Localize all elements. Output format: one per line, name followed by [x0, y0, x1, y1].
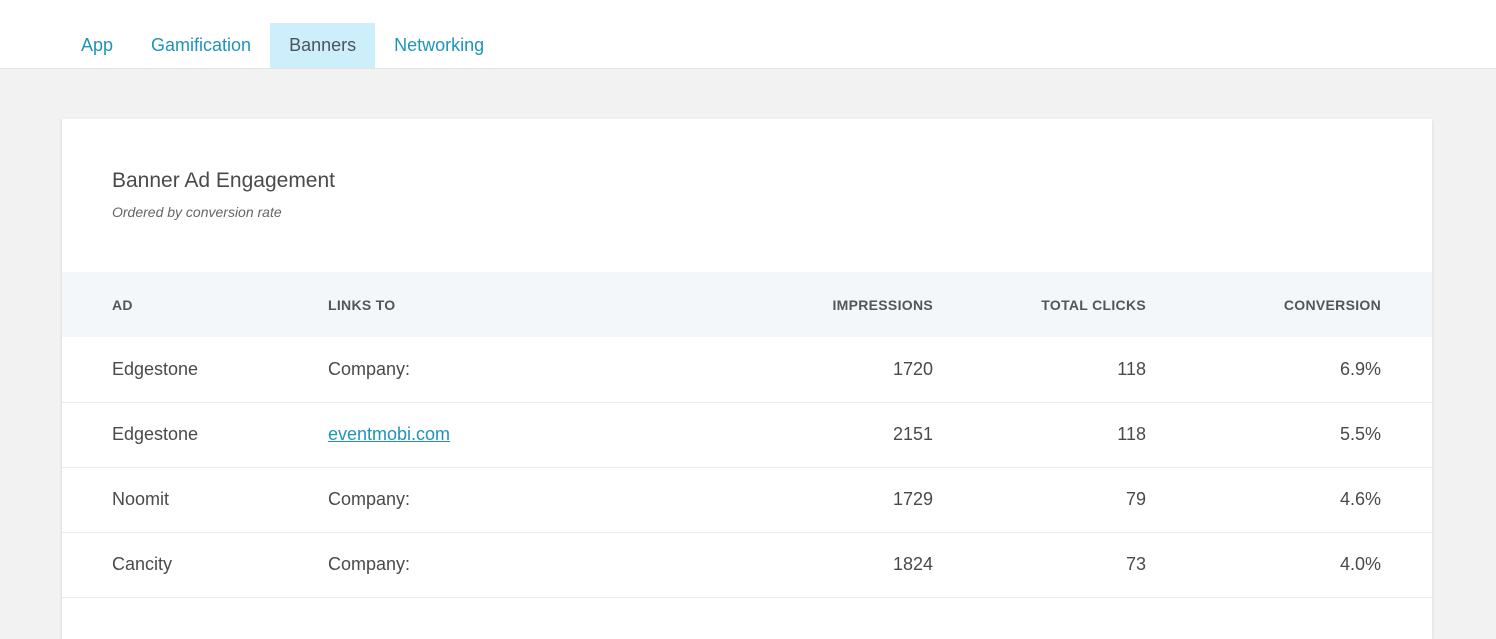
tab-networking[interactable]: Networking: [375, 23, 503, 68]
cell-links-to: Company:: [328, 489, 411, 509]
cell-conversion: 4.6%: [1339, 489, 1381, 509]
column-header-total-clicks[interactable]: TOTAL CLICKS: [933, 272, 1146, 337]
cell-ad: Noomit: [112, 489, 170, 509]
cell-conversion: 6.9%: [1339, 358, 1381, 379]
cell-impressions: 1720: [892, 358, 933, 379]
cell-conversion: 4.0%: [1339, 554, 1381, 574]
table-row: Edgestone eventmobi.com 2151 118 5.5%: [62, 402, 1432, 467]
engagement-table: AD LINKS TO IMPRESSIONS TOTAL CLICKS CON…: [62, 272, 1432, 598]
tab-gamification[interactable]: Gamification: [132, 23, 270, 68]
cell-ad: Cancity: [112, 554, 173, 574]
card-title: Banner Ad Engagement: [112, 169, 336, 192]
cell-links-to: Company:: [328, 554, 411, 574]
column-header-conversion[interactable]: CONVERSION: [1146, 272, 1432, 337]
cell-total-clicks: 73: [1125, 554, 1146, 574]
column-header-impressions[interactable]: IMPRESSIONS: [728, 272, 933, 337]
tab-banners[interactable]: Banners: [270, 23, 376, 68]
top-nav-bar: App Gamification Banners Networking: [0, 0, 1496, 69]
cell-conversion: 5.5%: [1339, 424, 1381, 444]
cell-total-clicks: 118: [1117, 424, 1146, 444]
cell-total-clicks: 118: [1117, 358, 1146, 379]
card-subtitle: Ordered by conversion rate: [112, 204, 282, 220]
table-row: Edgestone Company: 1720 118 6.9%: [62, 337, 1432, 402]
cell-impressions: 2151: [892, 424, 933, 444]
cell-links-to: eventmobi.com: [328, 402, 728, 467]
cell-total-clicks: 79: [1125, 489, 1146, 509]
table-header-row: AD LINKS TO IMPRESSIONS TOTAL CLICKS CON…: [62, 272, 1432, 337]
table-row: Cancity Company: 1824 73 4.0%: [62, 532, 1432, 597]
cell-links-to: Company:: [328, 358, 411, 379]
table-row: Noomit Company: 1729 79 4.6%: [62, 467, 1432, 532]
banner-engagement-card: Banner Ad Engagement Ordered by conversi…: [62, 119, 1432, 639]
cell-impressions: 1824: [892, 554, 933, 574]
tab-app[interactable]: App: [62, 23, 132, 68]
tab-bar: App Gamification Banners Networking: [62, 23, 503, 68]
cell-ad: Edgestone: [112, 358, 199, 379]
cell-ad: Edgestone: [112, 424, 199, 444]
column-header-links-to[interactable]: LINKS TO: [328, 272, 728, 337]
column-header-ad[interactable]: AD: [62, 272, 328, 337]
cell-impressions: 1729: [892, 489, 933, 509]
link-eventmobi[interactable]: eventmobi.com: [328, 424, 450, 444]
